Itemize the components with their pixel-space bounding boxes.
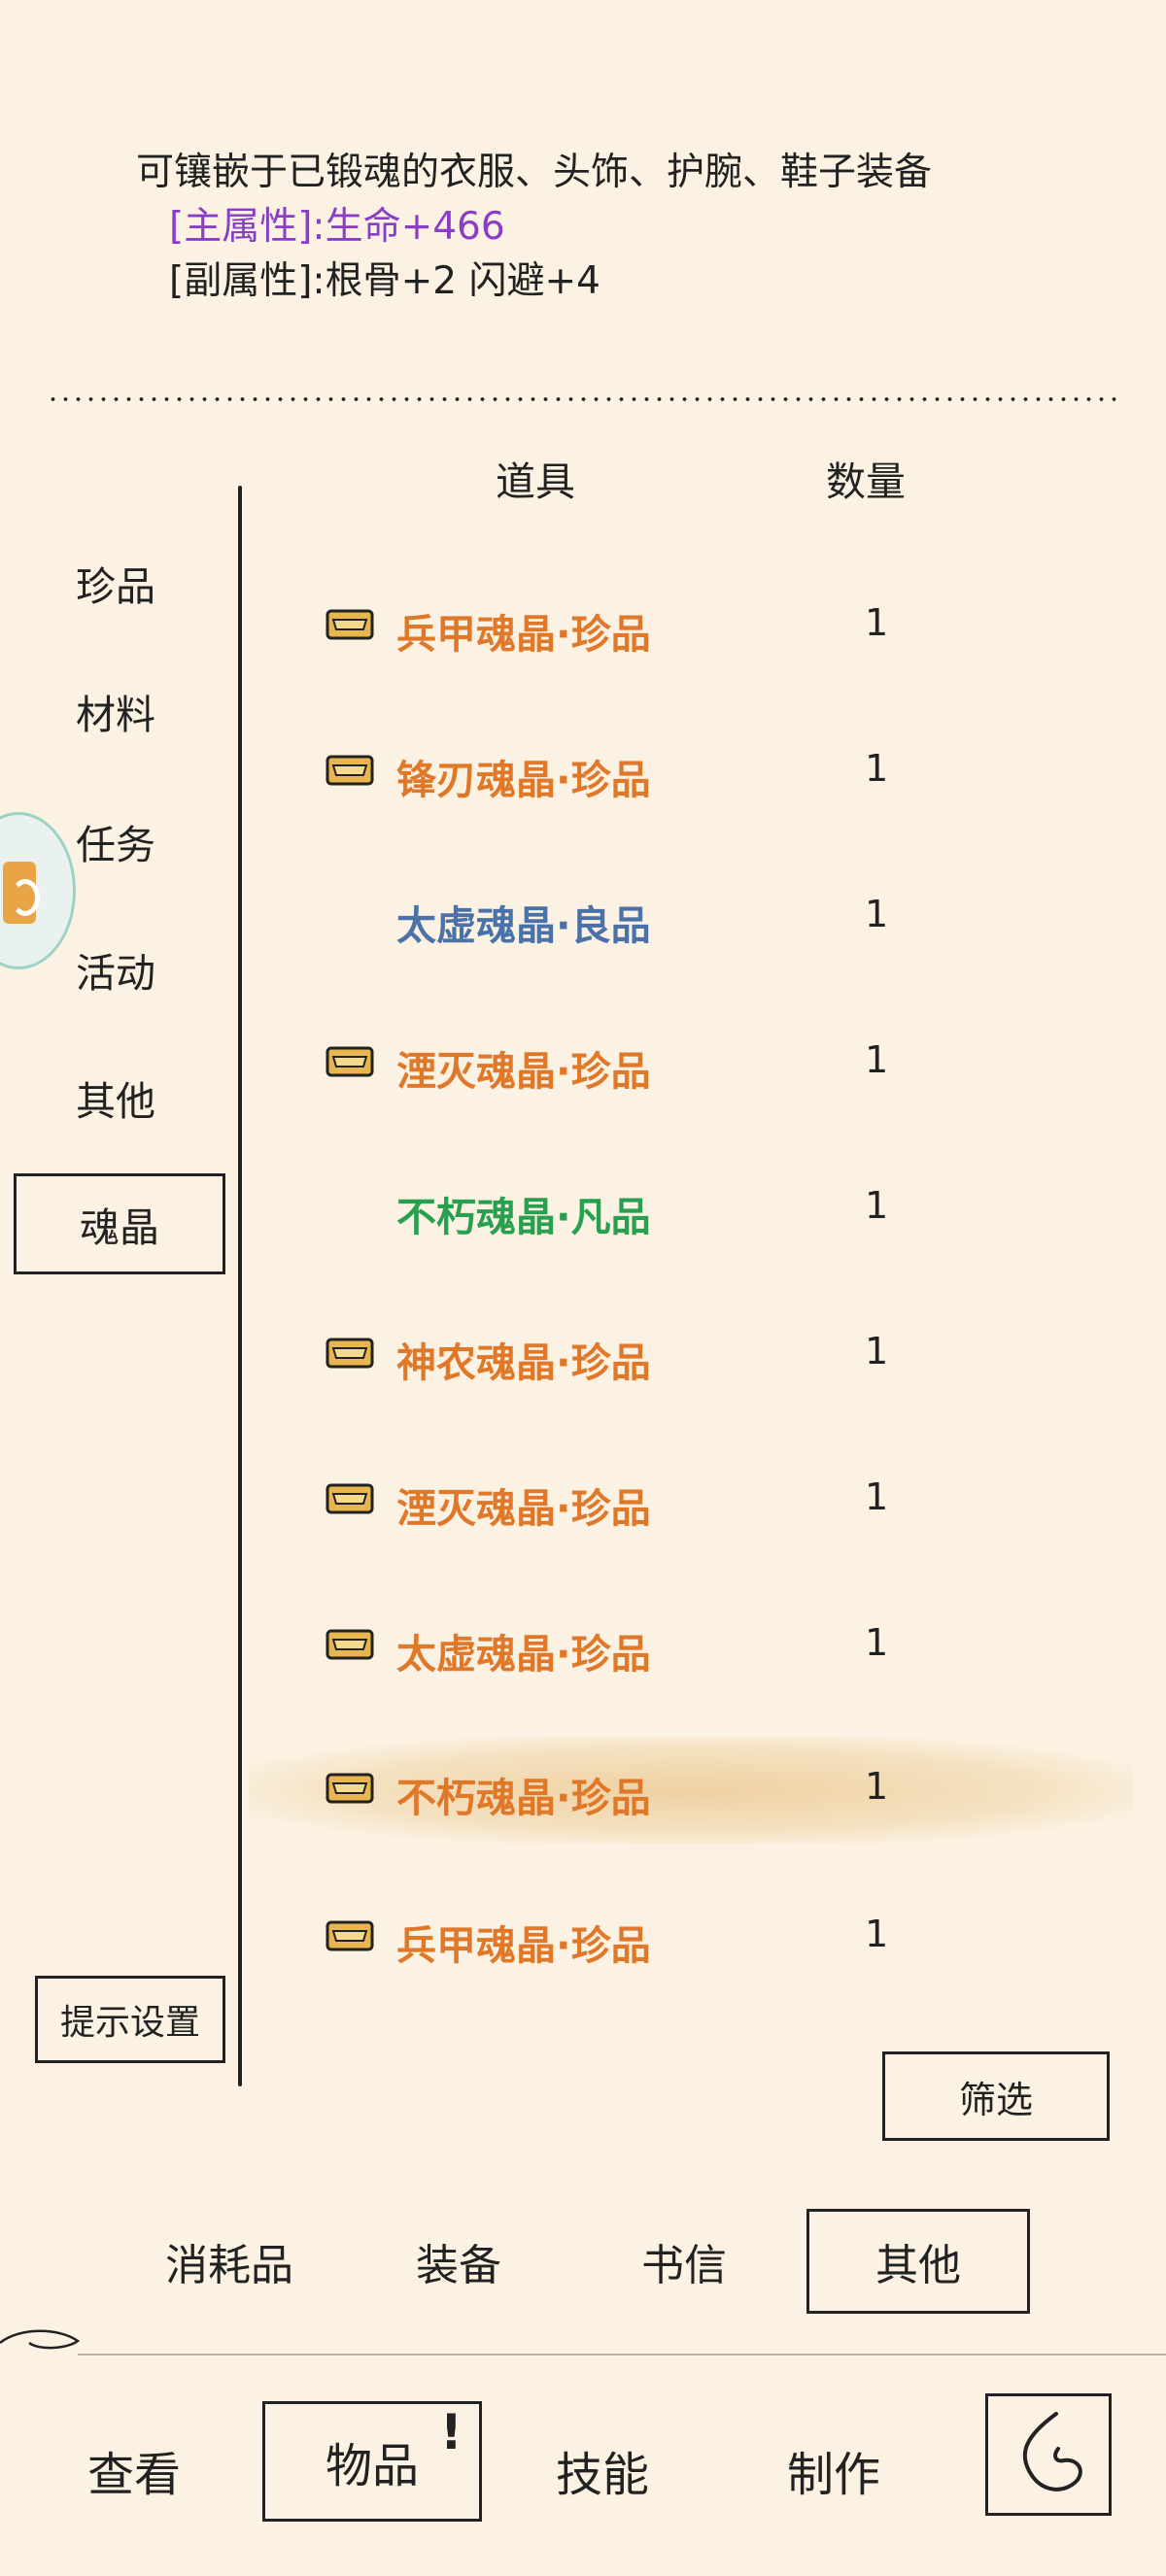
category-other[interactable]: 其他	[76, 1068, 155, 1127]
item-qty: 1	[865, 1038, 889, 1081]
category-event[interactable]: 活动	[76, 940, 155, 999]
sidebar-divider	[238, 486, 242, 2086]
alert-mark: !	[440, 2404, 463, 2460]
assistant-glyph	[3, 862, 40, 924]
item-name: 太虚魂晶·珍品	[396, 1631, 651, 1678]
hint-settings-button[interactable]: 提示设置	[35, 1976, 225, 2063]
item-qty: 1	[865, 1913, 889, 1955]
item-qty: 1	[865, 1621, 889, 1664]
category-soul-crystal-label: 魂晶	[80, 1204, 159, 1251]
subtab-letters[interactable]: 书信	[641, 2230, 727, 2292]
item-qty: 1	[865, 1330, 889, 1373]
nav-items[interactable]: 物品 !	[262, 2401, 482, 2522]
item-qty: 1	[865, 601, 889, 644]
back-button[interactable]	[985, 2393, 1112, 2516]
item-name: 锋刃魂晶·珍品	[396, 757, 651, 803]
subtab-other[interactable]: 其他	[806, 2209, 1030, 2314]
column-header-qty: 数量	[826, 458, 906, 505]
back-arrow-icon	[1022, 2412, 1082, 2491]
treasure-box-icon	[326, 1338, 374, 1369]
treasure-box-icon	[326, 609, 374, 640]
category-rare[interactable]: 珍品	[76, 554, 155, 612]
item-row[interactable]: 湮灭魂晶·珍品 1	[253, 1447, 1127, 1554]
item-name: 不朽魂晶·珍品	[396, 1775, 651, 1821]
item-row[interactable]: 太虚魂晶·珍品 1	[253, 1593, 1127, 1700]
floating-assistant-icon[interactable]	[0, 812, 76, 969]
subtab-other-label: 其他	[875, 2241, 961, 2290]
item-qty: 1	[865, 1184, 889, 1227]
filter-button[interactable]: 筛选	[882, 2051, 1110, 2141]
treasure-box-icon	[326, 1629, 374, 1660]
treasure-box-icon	[326, 1483, 374, 1514]
item-row[interactable]: 不朽魂晶·凡品 1	[253, 1156, 1127, 1263]
item-row-selected[interactable]: 不朽魂晶·珍品 1	[249, 1737, 1133, 1844]
item-name: 太虚魂晶·良品	[396, 902, 651, 949]
item-row[interactable]: 兵甲魂晶·珍品 1	[253, 573, 1127, 680]
item-name: 兵甲魂晶·珍品	[396, 1922, 651, 1969]
subtab-consumables[interactable]: 消耗品	[165, 2230, 293, 2292]
item-qty: 1	[865, 1765, 889, 1808]
nav-items-label: 物品	[325, 2439, 419, 2493]
category-quest[interactable]: 任务	[76, 812, 155, 870]
decorative-swirl	[0, 2329, 1166, 2356]
item-name: 神农魂晶·珍品	[396, 1339, 651, 1386]
category-soul-crystal[interactable]: 魂晶	[14, 1173, 225, 1274]
treasure-box-icon	[326, 755, 374, 786]
item-row[interactable]: 太虚魂晶·良品 1	[253, 864, 1127, 971]
nav-craft[interactable]: 制作	[787, 2436, 880, 2504]
treasure-box-icon	[326, 1773, 374, 1804]
item-row[interactable]: 神农魂晶·珍品 1	[253, 1302, 1127, 1408]
item-qty: 1	[865, 747, 889, 790]
item-name: 不朽魂晶·凡品	[396, 1194, 651, 1240]
item-qty: 1	[865, 1475, 889, 1518]
main-attribute: [主属性]:生命+466	[169, 205, 505, 249]
item-row[interactable]: 兵甲魂晶·珍品 1	[253, 1884, 1127, 1991]
item-name: 兵甲魂晶·珍品	[396, 611, 651, 658]
sub-attribute: [副属性]:根骨+2 闪避+4	[169, 259, 600, 303]
item-row[interactable]: 湮灭魂晶·珍品 1	[253, 1010, 1127, 1117]
subtab-equipment[interactable]: 装备	[416, 2230, 501, 2292]
dotted-divider	[47, 396, 1121, 402]
nav-skills[interactable]: 技能	[556, 2436, 649, 2504]
nav-view[interactable]: 查看	[87, 2436, 181, 2504]
item-description: 可镶嵌于已锻魂的衣服、头饰、护腕、鞋子装备 [主属性]:生命+466 [副属性]…	[136, 146, 932, 309]
item-name: 湮灭魂晶·珍品	[396, 1048, 651, 1095]
description-text: 可镶嵌于已锻魂的衣服、头饰、护腕、鞋子装备	[136, 151, 933, 194]
treasure-box-icon	[326, 1046, 374, 1077]
item-qty: 1	[865, 893, 889, 935]
category-material[interactable]: 材料	[76, 682, 155, 740]
column-header-item: 道具	[496, 458, 575, 505]
item-row[interactable]: 锋刃魂晶·珍品 1	[253, 719, 1127, 826]
treasure-box-icon	[326, 1920, 374, 1951]
item-name: 湮灭魂晶·珍品	[396, 1485, 651, 1532]
